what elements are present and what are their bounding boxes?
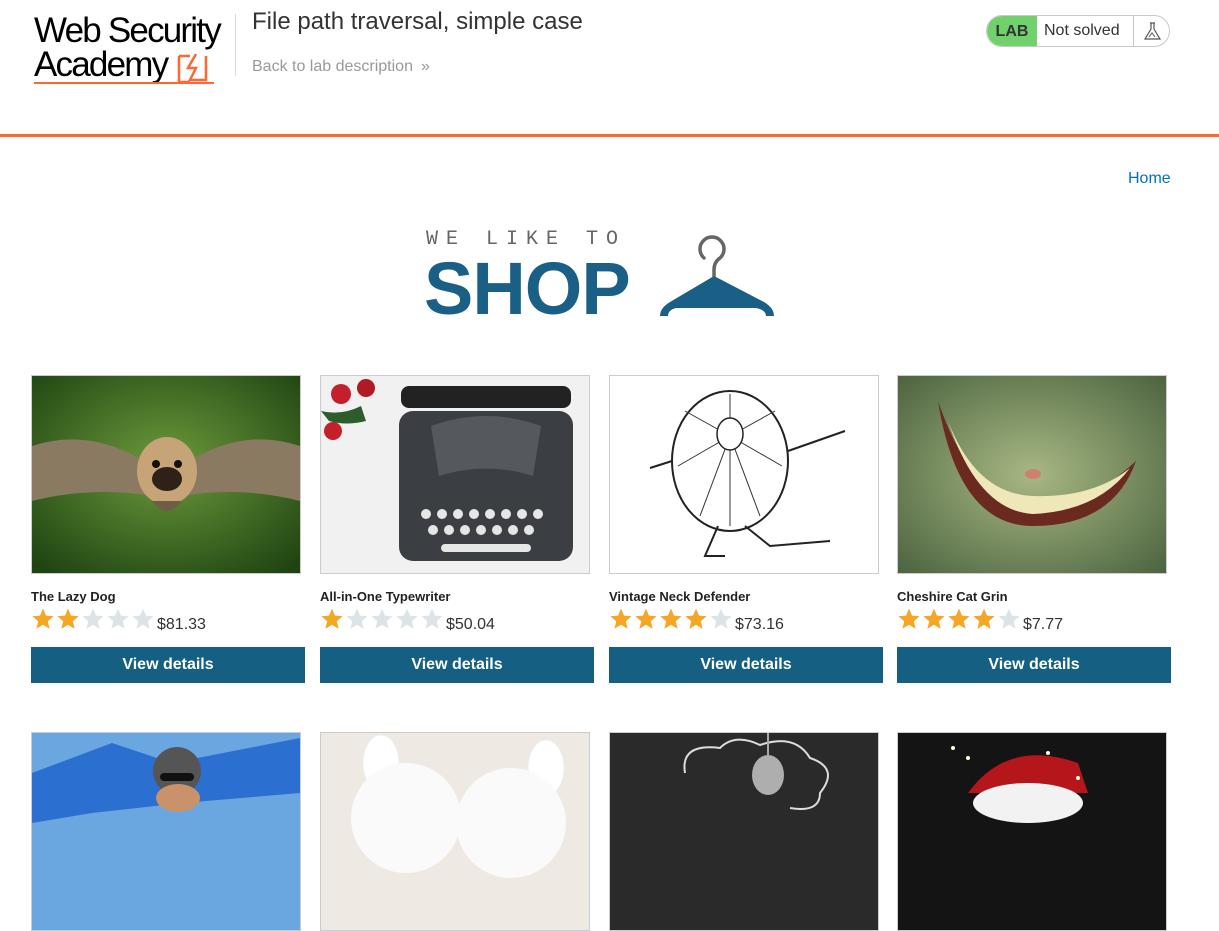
product-name: Cheshire Cat Grin [897,589,1008,604]
star-filled-icon [321,608,343,629]
product-image-cheshire-grin [897,375,1167,574]
header-divider [235,14,236,76]
product-image-neck-ruff-sketch [609,375,879,574]
star-filled-icon [660,608,682,629]
star-rating [320,607,445,631]
back-to-lab-description-link[interactable]: Back to lab description » [252,58,430,76]
star-filled-icon [685,608,707,629]
product-image-typewriter [320,375,590,574]
view-details-button[interactable]: View details [609,647,883,683]
product-image-lightbulb-chalkboard [609,732,879,931]
clothes-hanger-icon [660,235,774,316]
back-link-label: Back to lab description [252,58,413,75]
banner-title: SHOP [424,247,631,330]
logo-text-line1: Web Security [34,11,222,50]
lab-badge: LAB [987,16,1037,46]
shop-banner: WE LIKE TO SHOP [424,228,784,330]
product-price: $81.33 [157,616,206,633]
view-details-button[interactable]: View details [320,647,594,683]
product-price: $7.77 [1023,616,1064,633]
star-empty-icon [998,608,1020,629]
star-filled-icon [610,608,632,629]
view-details-button[interactable]: View details [897,647,1171,683]
star-empty-icon [396,608,418,629]
product-image-skydiver [31,732,301,931]
logo-underline [34,82,214,84]
star-filled-icon [898,608,920,629]
star-filled-icon [948,608,970,629]
star-empty-icon [132,608,154,629]
star-filled-icon [32,608,54,629]
view-details-button[interactable]: View details [31,647,305,683]
product-image-santa-lights [897,732,1167,931]
home-link[interactable]: Home [1128,170,1171,188]
star-empty-icon [710,608,732,629]
lab-header: Web Security Academy File path traversal… [0,0,1219,137]
product-name: Vintage Neck Defender [609,589,751,604]
star-filled-icon [923,608,945,629]
star-rating [609,607,734,631]
product-price: $73.16 [735,616,784,633]
star-empty-icon [371,608,393,629]
web-security-academy-logo[interactable]: Web Security Academy [32,12,237,87]
flask-icon [1133,16,1169,46]
product-name: The Lazy Dog [31,589,116,604]
star-rating [897,607,1022,631]
star-filled-icon [57,608,79,629]
lab-status-widget: LAB Not solved [986,15,1170,47]
star-rating [31,607,156,631]
product-image-flying-pug [31,375,301,574]
star-empty-icon [82,608,104,629]
lab-title: File path traversal, simple case [252,8,583,35]
star-filled-icon [973,608,995,629]
star-empty-icon [346,608,368,629]
product-image-babies-bunny-hats [320,732,590,931]
star-filled-icon [635,608,657,629]
lab-status-text: Not solved [1044,22,1120,39]
logo-lightning-icon [177,53,208,84]
logo-text-line2: Academy [34,45,169,84]
star-empty-icon [421,608,443,629]
product-name: All-in-One Typewriter [320,589,451,604]
product-price: $50.04 [446,616,495,633]
star-empty-icon [107,608,129,629]
double-chevron-right-icon: » [420,58,430,75]
